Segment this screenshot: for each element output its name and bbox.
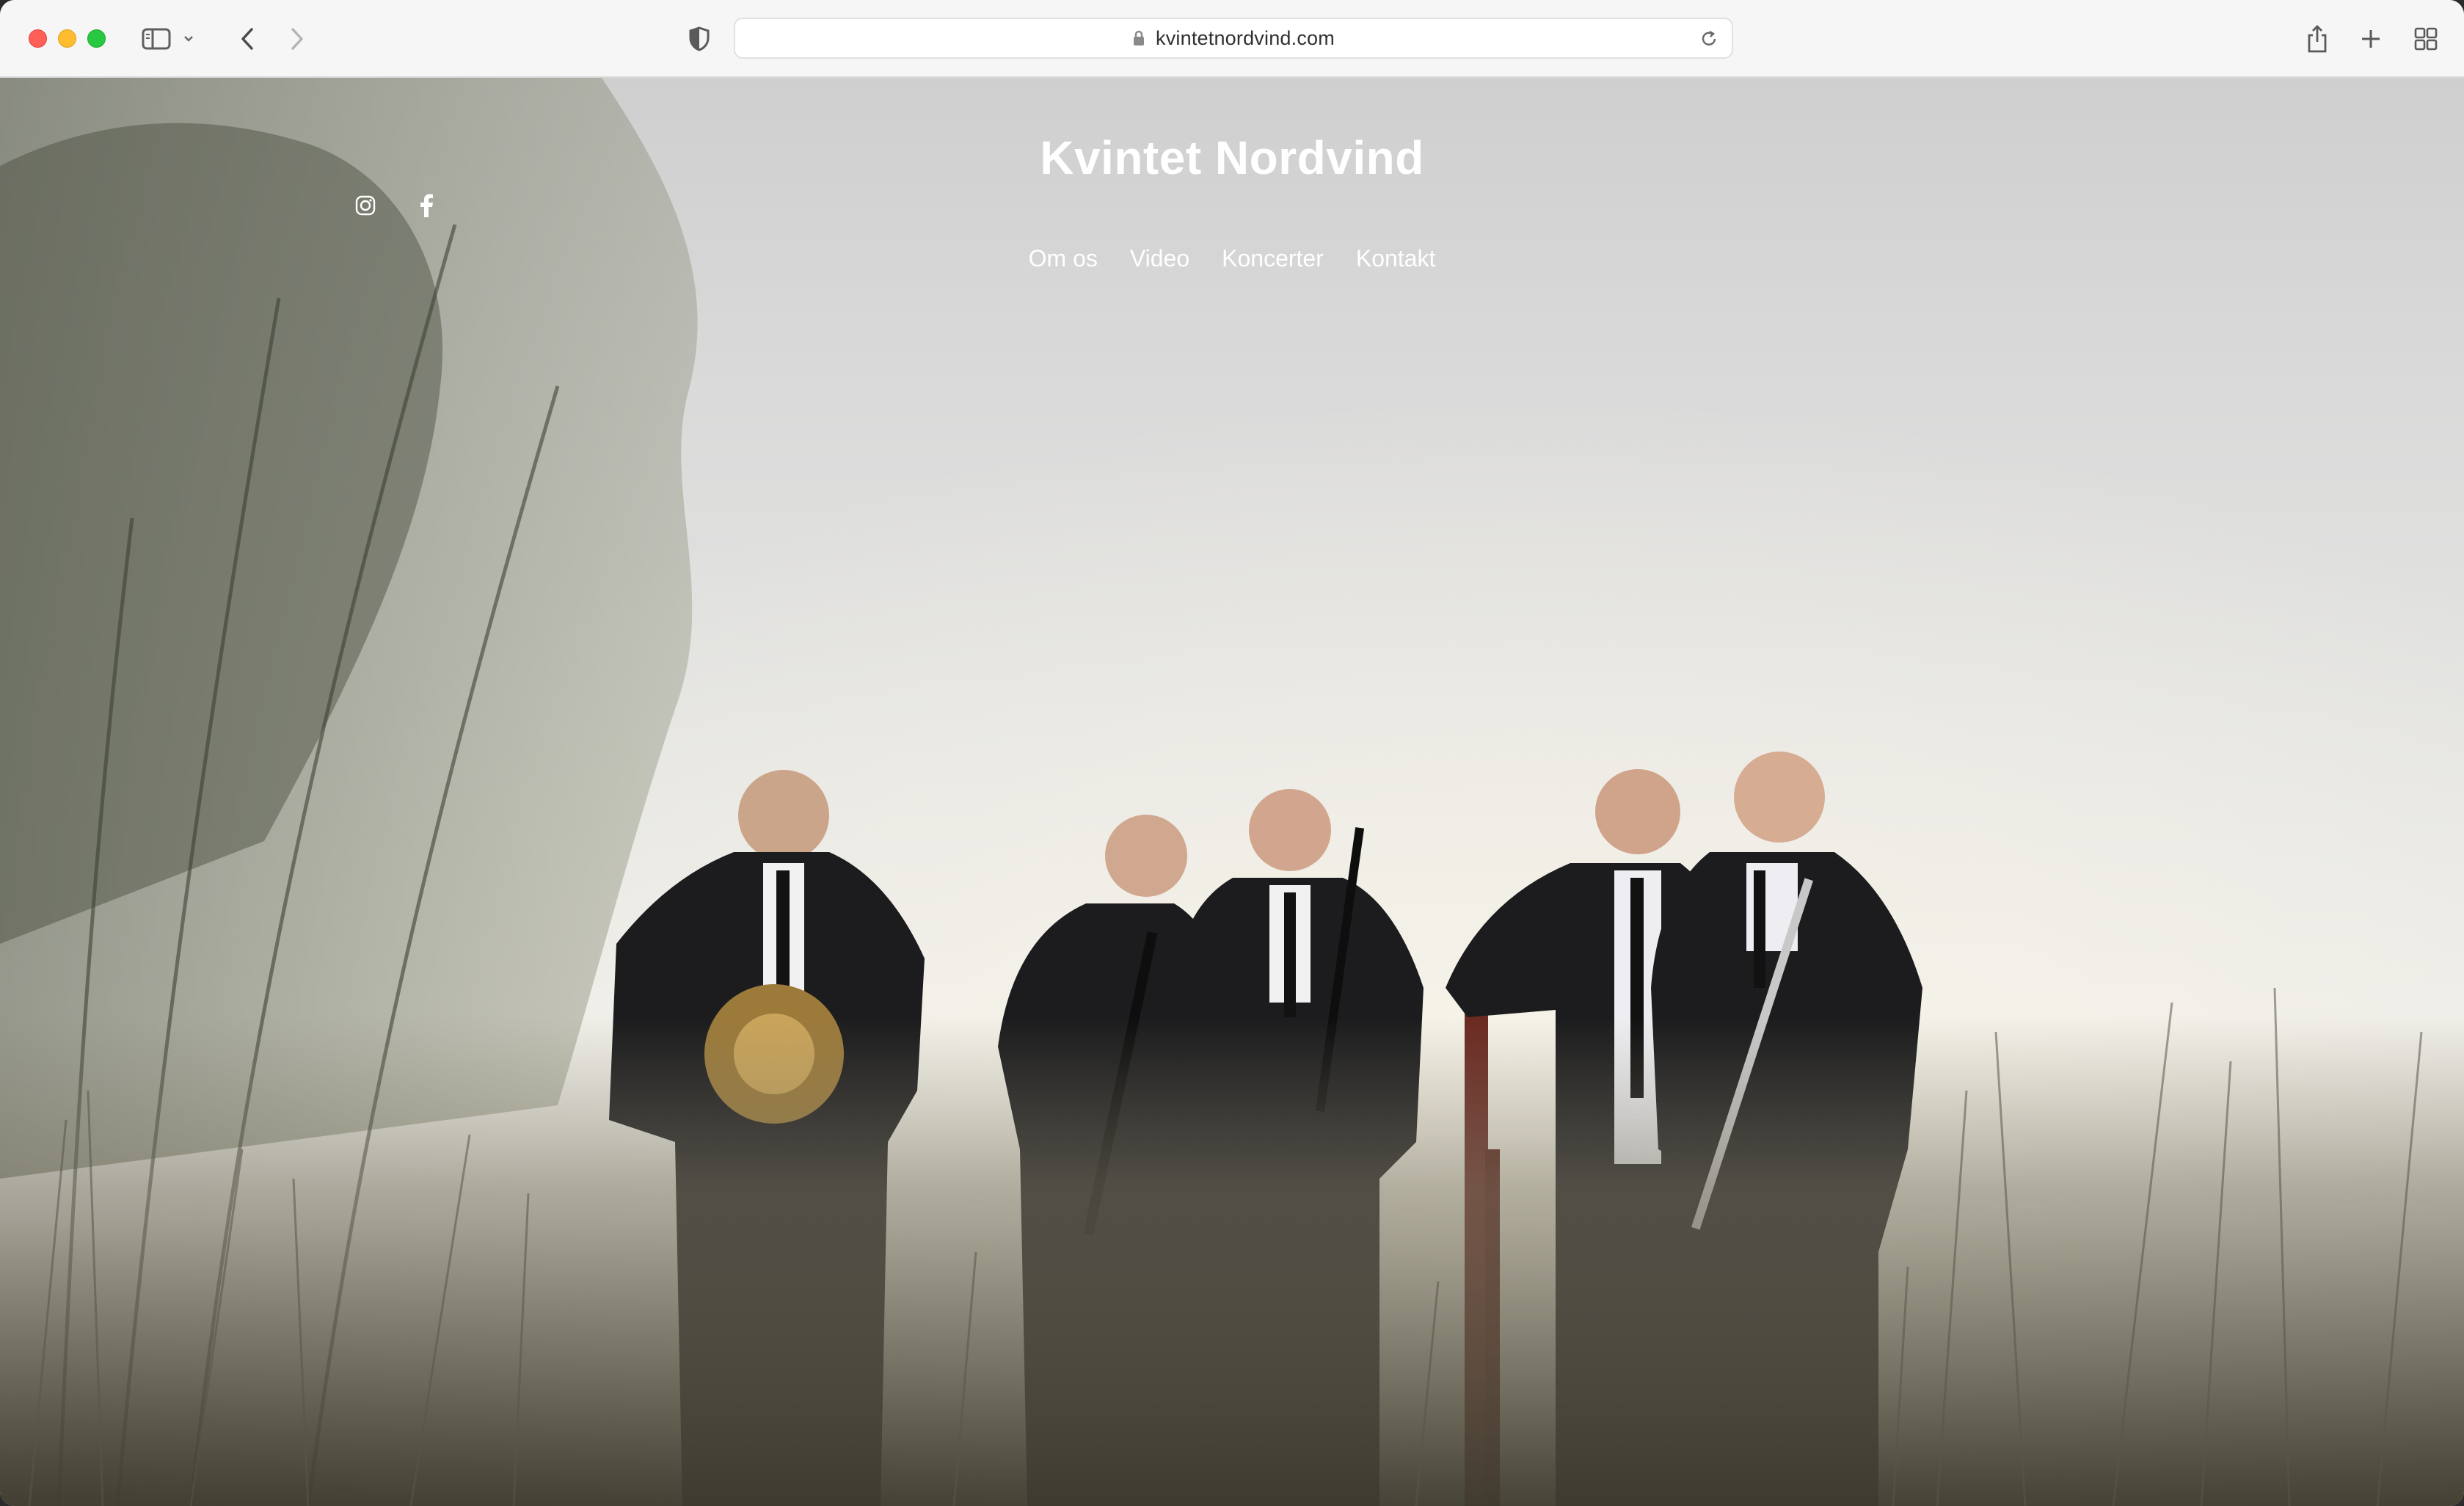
address-bar[interactable]: kvintetnordvind.com bbox=[734, 18, 1733, 59]
webpage: Kvintet Nordvind Om os Video Koncerter K… bbox=[0, 78, 2464, 1506]
hero-background-photo bbox=[0, 78, 2464, 1506]
minimize-window-button[interactable] bbox=[58, 29, 76, 48]
url-text: kvintetnordvind.com bbox=[1156, 26, 1335, 49]
browser-window: kvintetnordvind.com Kvintet Nordvind Om … bbox=[0, 0, 2464, 1506]
forward-arrow-icon[interactable] bbox=[280, 22, 314, 56]
tab-overview-icon[interactable] bbox=[2409, 22, 2443, 56]
nav-link-om-os[interactable]: Om os bbox=[1029, 245, 1098, 272]
sidebar-toggle-icon[interactable] bbox=[139, 22, 173, 56]
new-tab-icon[interactable] bbox=[2354, 22, 2388, 56]
lock-icon bbox=[1132, 29, 1145, 47]
reload-icon[interactable] bbox=[1698, 28, 1720, 50]
privacy-shield-icon[interactable] bbox=[682, 22, 716, 56]
share-icon[interactable] bbox=[2300, 22, 2334, 56]
close-window-button[interactable] bbox=[29, 29, 47, 48]
instagram-icon[interactable] bbox=[351, 191, 380, 220]
zoom-window-button[interactable] bbox=[87, 29, 106, 48]
browser-toolbar: kvintetnordvind.com bbox=[0, 0, 2464, 78]
main-navigation: Om os Video Koncerter Kontakt bbox=[0, 245, 2464, 272]
nav-link-kontakt[interactable]: Kontakt bbox=[1356, 245, 1436, 272]
site-title[interactable]: Kvintet Nordvind bbox=[0, 131, 2464, 185]
nav-link-video[interactable]: Video bbox=[1130, 245, 1189, 272]
facebook-icon[interactable] bbox=[412, 191, 441, 220]
nav-link-koncerter[interactable]: Koncerter bbox=[1222, 245, 1324, 272]
chevron-down-icon[interactable] bbox=[179, 22, 198, 56]
back-arrow-icon[interactable] bbox=[230, 22, 264, 56]
